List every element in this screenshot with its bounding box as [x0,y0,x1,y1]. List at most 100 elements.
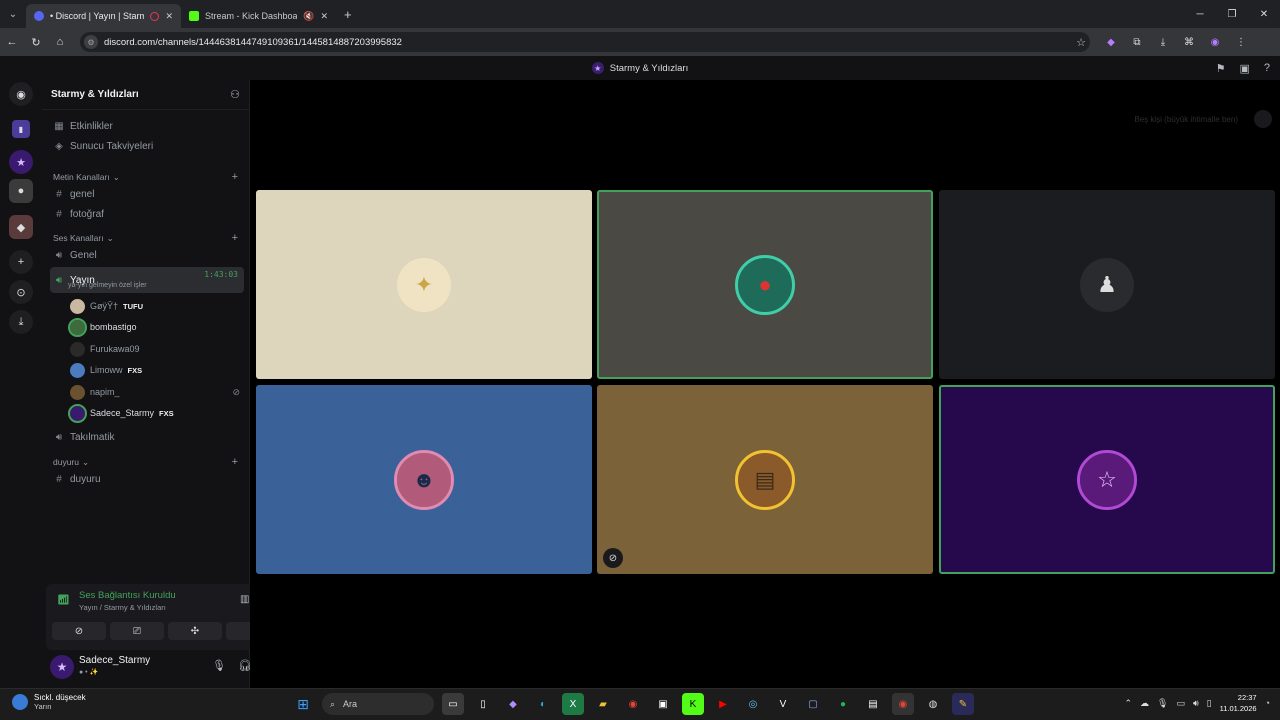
participant-tile[interactable]: ☻ [256,385,592,574]
store-icon[interactable]: ▣ [652,693,674,715]
translate-icon[interactable]: ⌘ [1178,31,1200,53]
voice-member[interactable]: Limoww FXS [70,361,142,379]
calendar-app-icon[interactable]: ▤ [862,693,884,715]
back-button[interactable]: ← [0,30,24,54]
voice-channel-takilmatik[interactable]: 🔊︎ Takılmatik [50,428,244,446]
category-text-channels[interactable]: Metin Kanalları ⌄ + [50,168,244,186]
voice-member[interactable]: GøÿŶ† TUFU [70,297,143,315]
address-bar[interactable]: ⚙ discord.com/channels/14446381447491093… [80,32,1090,52]
participant-tile[interactable]: ♟ [939,190,1275,379]
screen-share-button[interactable]: ⎚ [110,622,164,640]
add-channel-icon[interactable]: + [232,232,238,244]
maximize-button[interactable]: ❐ [1216,0,1248,28]
add-server-icon[interactable]: + [9,250,33,274]
close-tab-icon[interactable]: ✕ [165,11,173,22]
weather-widget[interactable]: Sıckl. düşecek Yarın [12,693,86,711]
voice-member[interactable]: Furukawa09 [70,340,140,358]
help-icon[interactable]: ? [1264,62,1270,74]
invite-people-icon[interactable]: ⚇ [230,88,240,101]
category-announcements[interactable]: duyuru ⌄ + [50,453,244,471]
download-apps-icon[interactable]: ⤓ [9,310,33,334]
add-channel-icon[interactable]: + [232,171,238,183]
kick-icon[interactable]: K [682,693,704,715]
explore-icon[interactable]: ⊙ [9,280,33,304]
site-info-icon[interactable]: ⚙ [84,35,98,49]
home-button[interactable]: ⌂ [48,30,72,54]
noise-suppression-icon[interactable]: ▥ [240,594,249,605]
clock[interactable]: 22:37 11.01.2026 [1220,692,1257,714]
copilot-icon[interactable]: ◆ [502,693,524,715]
steam-icon[interactable]: ◎ [742,693,764,715]
tab-discord[interactable]: • Discord | Yayın | Starmy & ✕ [26,4,181,28]
browser-menu-icon[interactable]: ⋮ [1230,31,1252,53]
spotify-icon[interactable]: ● [832,693,854,715]
microphone-icon[interactable]: 🎙︎ [212,659,226,672]
server-boosts-item[interactable]: ◈ Sunucu Takviyeleri [50,137,244,155]
volume-icon[interactable]: 🔊︎ [1193,698,1199,709]
taskbar-search[interactable]: ⌕ Ara [322,693,434,715]
inbox-icon[interactable]: ▣ [1239,62,1249,75]
reload-button[interactable]: ↻ [24,30,48,54]
camera-off-button[interactable]: ⊘ [52,622,106,640]
user-name[interactable]: Sadece_Starmy [79,655,150,666]
start-windows-icon[interactable]: ⊞ [292,693,314,715]
tab-search-button[interactable]: ⌄ [0,0,26,28]
youtube-icon[interactable]: ▶ [712,693,734,715]
minimize-button[interactable]: ─ [1184,0,1216,28]
server-starmy-icon[interactable]: ★ [9,150,33,174]
extensions-puzzle-icon[interactable]: ⧉ [1126,31,1148,53]
mic-tray-icon[interactable]: 🎙︎ [1157,698,1168,709]
voice-member[interactable]: napim_ ⊘ [70,383,240,401]
channel-duyuru[interactable]: # duyuru [50,470,244,488]
close-window-button[interactable]: ✕ [1248,0,1280,28]
chrome-active-icon[interactable]: ◉ [892,693,914,715]
muted-tab-icon[interactable]: 🔇 [303,11,314,22]
participant-tile[interactable]: ✦ [256,190,592,379]
voice-member[interactable]: Sadece_Starmy FXS [68,403,174,423]
chrome-icon[interactable]: ◉ [622,693,644,715]
onedrive-icon[interactable]: ☁ [1140,698,1149,709]
close-tab-icon[interactable]: ✕ [320,11,328,22]
user-avatar[interactable]: ★ [50,655,74,679]
voice-member[interactable]: bombastigo [68,317,137,337]
channel-fotograf[interactable]: # fotoğraf [50,205,244,223]
activities-button[interactable]: ✣ [168,622,222,640]
server-avatar-icon[interactable]: ● [9,179,33,203]
notifications-icon[interactable]: ◔ [1265,698,1270,708]
network-icon[interactable]: ▭ [1176,698,1185,709]
app-icon[interactable]: ▢ [802,693,824,715]
flag-icon[interactable]: ⚑ [1216,62,1226,75]
profile-avatar-icon[interactable]: ◉ [1204,31,1226,53]
voice-channel-yayin[interactable]: 🔊︎ Yayın 1:43:03 ya-yın gelmeyin özel iş… [50,267,244,293]
app-pin-icon[interactable]: ✎ [952,693,974,715]
excel-icon[interactable]: X [562,693,584,715]
extension-twitch-icon[interactable]: ◆ [1100,31,1122,53]
new-tab-button[interactable]: + [344,7,352,22]
server-group-icon[interactable]: ◆ [9,215,33,239]
voice-location[interactable]: Yayın / Starmy & Yıldızları [79,603,166,612]
events-item[interactable]: ▦ Etkinlikler [50,117,244,135]
tab-kick[interactable]: Stream - Kick Dashboard 🔇 ✕ [181,4,336,28]
voice-status[interactable]: Ses Bağlantısı Kuruldu [79,590,176,601]
participant-tile[interactable]: ▤ ⊘ [597,385,933,574]
battery-icon[interactable]: ▯ [1207,698,1212,709]
tray-overflow-icon[interactable]: ⌃ [1124,698,1132,709]
task-view-icon[interactable]: ▭ [442,693,464,715]
add-channel-icon[interactable]: + [232,456,238,468]
channel-genel[interactable]: # genel [50,185,244,203]
participant-tile[interactable]: ● [597,190,933,379]
file-explorer-icon[interactable]: ▰ [592,693,614,715]
download-icon[interactable]: ⤓ [1152,31,1174,53]
server-header[interactable]: Starmy & Yıldızları ⚇ [42,80,249,110]
voice-channel-genel[interactable]: 🔊︎ Genel [50,246,244,264]
obs-icon[interactable]: ◍ [922,693,944,715]
valorant-icon[interactable]: V [772,693,794,715]
participant-tile[interactable]: ☆ [939,385,1275,574]
signal-icon[interactable]: 📶︎ [57,595,70,606]
file-icon[interactable]: ▯ [472,693,494,715]
edge-icon[interactable]: ◐ [532,693,554,715]
bookmark-star-icon[interactable]: ☆ [1076,36,1086,49]
folder-icon[interactable]: ▮ [12,120,30,138]
category-voice-channels[interactable]: Ses Kanalları ⌄ + [50,229,244,247]
discord-home-icon[interactable]: ◉ [9,82,33,106]
